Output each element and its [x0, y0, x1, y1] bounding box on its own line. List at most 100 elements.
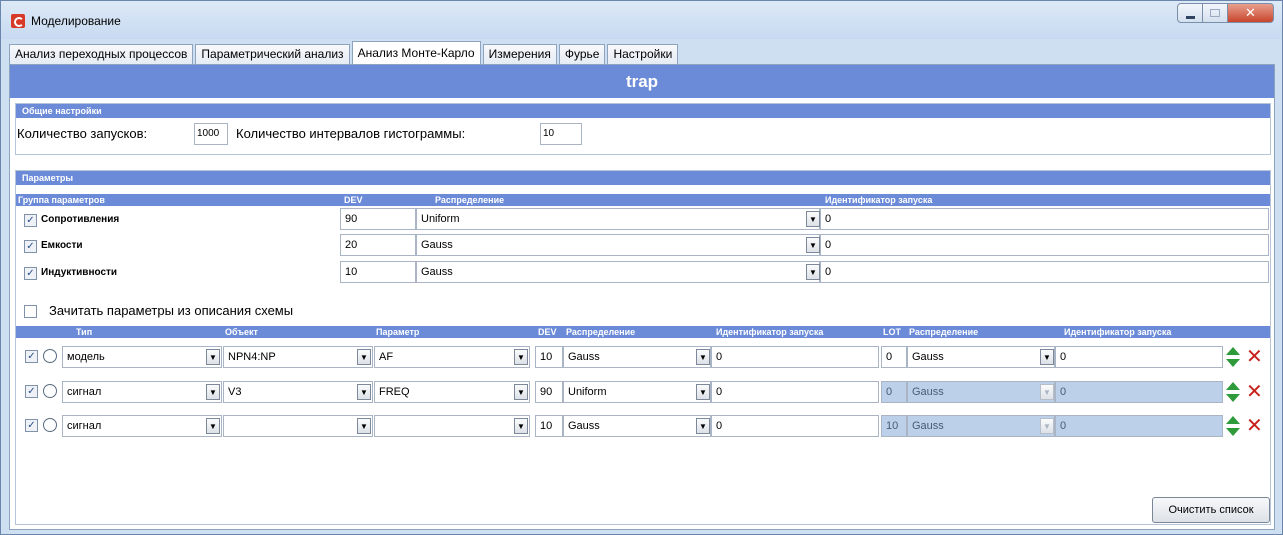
- tab-measurements[interactable]: Измерения: [482, 44, 557, 64]
- param-distribution-select[interactable]: Gauss: [416, 261, 820, 283]
- param-table-header: [16, 194, 1270, 206]
- col-type: Тип: [76, 327, 93, 337]
- lot-distribution-select[interactable]: Gauss: [907, 346, 1055, 368]
- distribution-select[interactable]: Gauss: [563, 346, 711, 368]
- parameter-select[interactable]: AF: [374, 346, 530, 368]
- run-id-input[interactable]: 0: [711, 415, 879, 437]
- lot-run-id-input: 0: [1055, 381, 1223, 403]
- close-button[interactable]: ✕: [1228, 3, 1274, 23]
- lot-run-id-input: 0: [1055, 415, 1223, 437]
- lot-input[interactable]: 0: [881, 346, 907, 368]
- param-dev-input[interactable]: 10: [340, 261, 416, 283]
- lot-run-id-input[interactable]: 0: [1055, 346, 1223, 368]
- delete-icon[interactable]: ✕: [1246, 382, 1263, 402]
- chevron-down-icon[interactable]: ▼: [806, 211, 820, 227]
- app-window: Моделирование ✕ Анализ переходных процес…: [0, 0, 1283, 535]
- chevron-down-icon[interactable]: ▼: [696, 349, 710, 365]
- distribution-select[interactable]: Uniform: [563, 381, 711, 403]
- move-up-down-icon[interactable]: [1225, 346, 1241, 368]
- read-params-checkbox[interactable]: [24, 305, 37, 318]
- chevron-down-icon[interactable]: ▼: [357, 418, 371, 434]
- col-group: Группа параметров: [18, 195, 105, 205]
- object-select[interactable]: NPN4:NP: [223, 346, 373, 368]
- tab-parametric[interactable]: Параметрический анализ: [195, 44, 350, 64]
- chevron-down-icon: ▼: [1040, 384, 1054, 400]
- chevron-down-icon[interactable]: ▼: [206, 384, 220, 400]
- checkbox-resistances[interactable]: ✓: [24, 214, 37, 227]
- tab-settings[interactable]: Настройки: [607, 44, 679, 64]
- page-title: trap: [10, 65, 1274, 98]
- chevron-down-icon[interactable]: ▼: [514, 349, 528, 365]
- chevron-down-icon[interactable]: ▼: [696, 384, 710, 400]
- chevron-down-icon[interactable]: ▼: [514, 384, 528, 400]
- chevron-down-icon[interactable]: ▼: [357, 349, 371, 365]
- chevron-down-icon[interactable]: ▼: [806, 264, 820, 280]
- parameters-title: Параметры: [16, 171, 1270, 185]
- maximize-button[interactable]: [1203, 3, 1228, 23]
- chevron-down-icon[interactable]: ▼: [514, 418, 528, 434]
- dev-input[interactable]: 10: [535, 346, 563, 368]
- row-checkbox[interactable]: ✓: [25, 350, 38, 363]
- param-dev-input[interactable]: 90: [340, 208, 416, 230]
- minimize-button[interactable]: [1177, 3, 1203, 23]
- window-title: Моделирование: [31, 14, 121, 28]
- col-lot: LOT: [883, 327, 901, 337]
- read-params-label: Зачитать параметры из описания схемы: [49, 303, 294, 318]
- param-distribution-select[interactable]: Uniform: [416, 208, 820, 230]
- param-group-name: Емкости: [41, 240, 83, 251]
- row-radio[interactable]: [43, 349, 57, 363]
- chevron-down-icon[interactable]: ▼: [806, 237, 820, 253]
- col-parameter: Параметр: [376, 327, 420, 337]
- distribution-select[interactable]: Gauss: [563, 415, 711, 437]
- param-distribution-select[interactable]: Gauss: [416, 234, 820, 256]
- chevron-down-icon: ▼: [1040, 418, 1054, 434]
- param-run-id-input[interactable]: 0: [820, 208, 1269, 230]
- run-id-input[interactable]: 0: [711, 346, 879, 368]
- tab-transient[interactable]: Анализ переходных процессов: [9, 44, 194, 64]
- row-checkbox[interactable]: ✓: [25, 419, 38, 432]
- move-up-down-icon[interactable]: [1225, 415, 1241, 437]
- object-select[interactable]: V3: [223, 381, 373, 403]
- type-select[interactable]: сигнал: [62, 381, 222, 403]
- chevron-down-icon[interactable]: ▼: [206, 418, 220, 434]
- checkbox-inductances[interactable]: ✓: [24, 267, 37, 280]
- tab-fourier[interactable]: Фурье: [558, 44, 606, 64]
- parameter-select[interactable]: [374, 415, 530, 437]
- dev-input[interactable]: 90: [535, 381, 563, 403]
- chevron-down-icon[interactable]: ▼: [1040, 349, 1054, 365]
- type-select[interactable]: модель: [62, 346, 222, 368]
- param-dev-input[interactable]: 20: [340, 234, 416, 256]
- title-bar[interactable]: Моделирование ✕: [1, 1, 1282, 39]
- runs-input[interactable]: 1000: [194, 123, 228, 145]
- runs-label: Количество запусков:: [17, 126, 148, 141]
- row-checkbox[interactable]: ✓: [25, 385, 38, 398]
- dev-input[interactable]: 10: [535, 415, 563, 437]
- param-run-id-input[interactable]: 0: [820, 234, 1269, 256]
- col-dev: DEV: [344, 195, 363, 205]
- tab-monte-carlo[interactable]: Анализ Монте-Карло: [351, 41, 481, 64]
- checkbox-capacitances[interactable]: ✓: [24, 240, 37, 253]
- run-id-input[interactable]: 0: [711, 381, 879, 403]
- parameter-select[interactable]: FREQ: [374, 381, 530, 403]
- chevron-down-icon[interactable]: ▼: [357, 384, 371, 400]
- col-object: Объект: [225, 327, 258, 337]
- general-settings-title: Общие настройки: [16, 104, 1270, 118]
- row-radio[interactable]: [43, 384, 57, 398]
- chevron-down-icon[interactable]: ▼: [206, 349, 220, 365]
- window-controls: ✕: [1177, 3, 1274, 23]
- object-select[interactable]: [223, 415, 373, 437]
- param-group-name: Сопротивления: [41, 214, 120, 225]
- intervals-input[interactable]: 10: [540, 123, 582, 145]
- chevron-down-icon[interactable]: ▼: [696, 418, 710, 434]
- param-run-id-input[interactable]: 0: [820, 261, 1269, 283]
- app-logo-icon: [11, 14, 25, 28]
- tab-bar: Анализ переходных процессов Параметричес…: [9, 41, 680, 64]
- delete-icon[interactable]: ✕: [1246, 416, 1263, 436]
- intervals-label: Количество интервалов гистограммы:: [236, 126, 466, 141]
- lot-input: 0: [881, 381, 907, 403]
- clear-list-button[interactable]: Очистить список: [1152, 497, 1270, 523]
- move-up-down-icon[interactable]: [1225, 381, 1241, 403]
- type-select[interactable]: сигнал: [62, 415, 222, 437]
- delete-icon[interactable]: ✕: [1246, 347, 1263, 367]
- row-radio[interactable]: [43, 418, 57, 432]
